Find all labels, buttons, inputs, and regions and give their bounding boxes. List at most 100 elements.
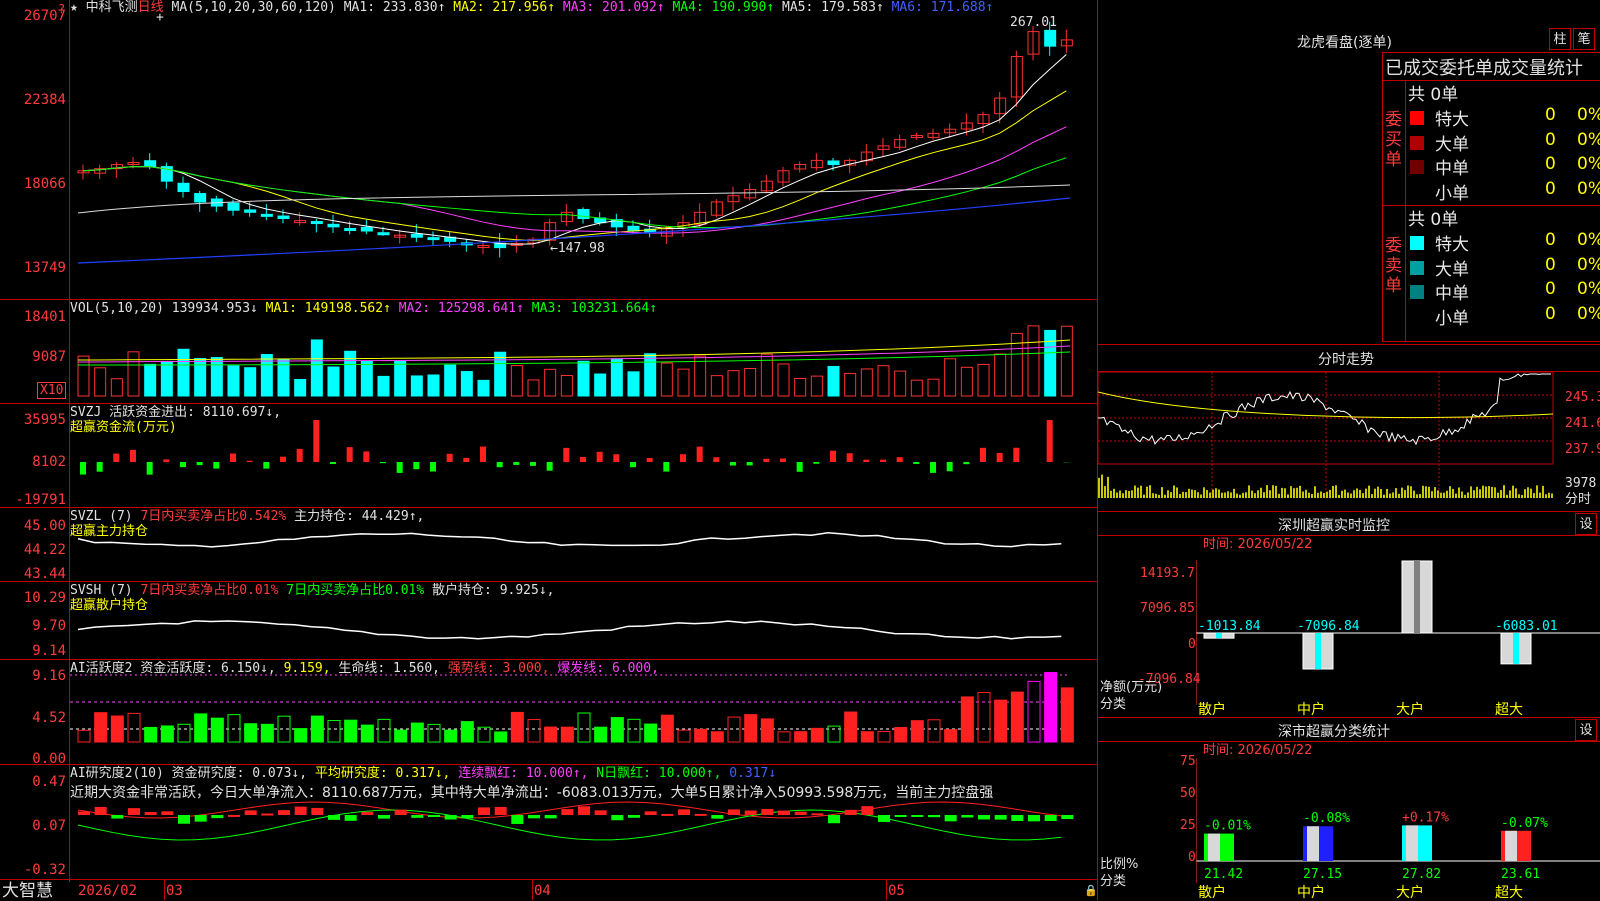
- svzj-chart[interactable]: [70, 420, 1097, 505]
- intraday-vol-bar: [1209, 493, 1211, 498]
- flow-bar: [663, 462, 669, 472]
- activity-bar: [728, 717, 740, 742]
- intraday-vol-bar: [1446, 491, 1448, 498]
- activity-bar: [328, 721, 340, 742]
- research-bar: [978, 815, 990, 819]
- volume-chart[interactable]: [70, 310, 1097, 400]
- star-icon[interactable]: ★: [70, 0, 78, 15]
- buy-row-name: 大单: [1435, 130, 1469, 154]
- intraday-vol-bar: [1155, 494, 1157, 498]
- ratio-value-label: 27.82: [1402, 867, 1441, 882]
- lock-icon[interactable]: 🔒: [1084, 884, 1098, 898]
- sell-row-count: 0: [1545, 255, 1556, 279]
- pane-divider: [0, 764, 1098, 765]
- volume-bar: [795, 378, 806, 396]
- intraday-vol-bar: [1395, 488, 1397, 498]
- intraday-vol-bar: [1101, 475, 1103, 498]
- sz-monitor-chart[interactable]: -1013.84散户-7096.84中户14193.7大户-6083.01超大: [1196, 560, 1600, 717]
- volume-bar: [861, 369, 872, 396]
- intraday-vol-bar: [1500, 490, 1502, 498]
- flow-bar: [247, 461, 253, 462]
- intraday-vol-bar: [1167, 490, 1169, 498]
- intraday-vol-bar: [1431, 491, 1433, 498]
- volume-bar: [95, 368, 106, 396]
- intraday-vol-bar: [1158, 495, 1160, 498]
- volume-bar: [695, 356, 706, 396]
- intraday-vol-bar: [1539, 493, 1541, 498]
- sell-row-percent: 0%: [1577, 230, 1600, 254]
- flow-bar: [80, 462, 86, 475]
- activity-bar: [311, 716, 323, 742]
- intraday-vol-bar: [1491, 487, 1493, 498]
- research-bar: [111, 815, 123, 819]
- intraday-vol-bar: [1119, 491, 1121, 498]
- research-bar: [278, 810, 290, 815]
- volume-bar: [828, 366, 839, 396]
- volume-bar: [611, 359, 622, 396]
- ai2-params: AI研究度2(10): [70, 766, 164, 781]
- ratio-change-label: -0.08%: [1303, 811, 1350, 826]
- flow-bar: [713, 457, 719, 462]
- net-bar-highlight: [1513, 633, 1519, 664]
- intraday-vol-bar: [1428, 487, 1430, 498]
- intraday-vol-bar: [1146, 487, 1148, 498]
- flow-bar: [563, 448, 569, 462]
- sz-class-axis: 0: [1188, 851, 1196, 865]
- stock-name[interactable]: 中科飞测: [86, 0, 138, 15]
- candle-body: [195, 194, 206, 202]
- intraday-chart[interactable]: [1098, 372, 1563, 510]
- activity-bar: [578, 713, 590, 742]
- flow-bar: [680, 454, 686, 462]
- buy-row-percent: 0%: [1577, 154, 1600, 178]
- svsh-chart[interactable]: [70, 600, 1097, 658]
- intraday-price-line: [1098, 374, 1551, 444]
- intraday-vol-bar: [1458, 487, 1460, 498]
- volume-bar: [1045, 330, 1056, 396]
- ai2-chart[interactable]: [70, 800, 1097, 878]
- research-bar: [211, 815, 223, 818]
- sell-row-count: 0: [1545, 230, 1556, 254]
- svzl-axis-tick: 43.44: [0, 566, 66, 582]
- sz-class-chart[interactable]: -0.01%21.42散户-0.08%27.15中户+0.17%27.82大户-…: [1196, 758, 1600, 900]
- intraday-vol-bar: [1236, 494, 1238, 498]
- flow-bar: [130, 450, 136, 462]
- date-tick: 2026/02: [78, 884, 137, 898]
- svsh-ratio1: 7日内买卖净占比0.01%: [140, 583, 278, 598]
- net-bar-category: 中户: [1297, 701, 1325, 717]
- sz-class-settings-button[interactable]: 设: [1575, 719, 1597, 741]
- buy-row-count: 0: [1545, 179, 1556, 203]
- research-bar: [261, 814, 273, 816]
- pane-divider: [0, 299, 1098, 300]
- app-logo[interactable]: 大智慧: [2, 882, 53, 900]
- intraday-vol-bar: [1260, 488, 1262, 498]
- intraday-vol-bar: [1233, 489, 1235, 498]
- activity-bar: [261, 724, 273, 742]
- intraday-vol-bar: [1464, 495, 1466, 498]
- bar-mode-button[interactable]: 柱: [1549, 28, 1571, 50]
- intraday-vol-bar: [1125, 490, 1127, 498]
- pane-divider: [0, 659, 1098, 660]
- date-tick: 05: [888, 884, 905, 898]
- activity-bar: [445, 730, 457, 742]
- ai2-axis-tick: -0.32: [0, 862, 66, 878]
- intraday-vol-bar: [1380, 489, 1382, 498]
- ai1-chart[interactable]: [70, 672, 1097, 764]
- svzl-chart[interactable]: [70, 525, 1097, 580]
- flow-bar: [897, 457, 903, 462]
- flow-bar: [347, 447, 353, 462]
- ai2-n-red: N日飘红: 10.000↑,: [596, 766, 721, 781]
- activity-bar: [78, 730, 90, 742]
- intraday-vol-bar: [1383, 495, 1385, 498]
- volume-bar: [245, 368, 256, 396]
- research-bar: [511, 815, 523, 824]
- intraday-vol-bar: [1182, 492, 1184, 498]
- vol-unit-badge[interactable]: X10: [37, 382, 66, 399]
- sz-monitor-settings-button[interactable]: 设: [1575, 513, 1597, 535]
- candle-body: [261, 214, 272, 216]
- intraday-vol-bar: [1251, 491, 1253, 498]
- svzl-axis-tick: 45.00: [0, 518, 66, 534]
- tick-mode-button[interactable]: 笔: [1573, 28, 1595, 50]
- sz-class-time: 时间: 2026/05/22: [1203, 744, 1312, 758]
- volume-bar: [895, 371, 906, 396]
- intraday-vol-bar: [1215, 488, 1217, 498]
